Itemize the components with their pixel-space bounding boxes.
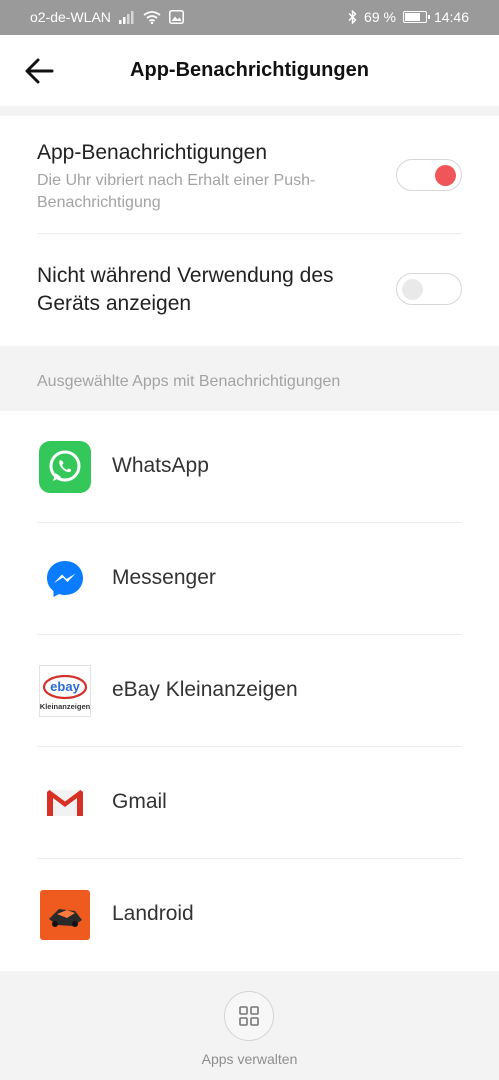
footer: Apps verwalten [0,971,499,1080]
app-name: Gmail [112,790,167,813]
setting-title: App-Benachrichtigungen [37,141,267,164]
app-name: Landroid [112,902,194,925]
gallery-icon [168,10,184,24]
manage-apps-label[interactable]: Apps verwalten [0,1051,499,1067]
app-row-whatsapp[interactable]: WhatsApp [0,411,499,523]
settings-card: App-Benachrichtigungen Die Uhr vibriert … [0,116,499,346]
app-header: App-Benachrichtigungen [0,35,499,106]
messenger-icon [47,561,83,597]
section-header-selected-apps: Ausgewählte Apps mit Benachrichtigungen [37,373,341,390]
wifi-icon [143,10,161,24]
battery-icon [402,11,430,23]
hide-while-using-toggle[interactable] [396,273,462,305]
app-row-landroid[interactable]: Landroid [0,859,499,971]
bluetooth-icon [348,10,357,24]
ebay-kleinanzeigen-icon: ebay Kleinanzeigen [39,665,91,717]
page-title: App-Benachrichtigungen [130,59,369,81]
svg-text:Kleinanzeigen: Kleinanzeigen [40,702,91,711]
gmail-icon [47,790,83,816]
whatsapp-icon [39,441,91,493]
signal-icon [118,10,134,24]
setting-app-notifications: App-Benachrichtigungen Die Uhr vibriert … [37,116,462,234]
carrier-label: o2-de-WLAN [30,9,111,25]
setting-hide-while-using: Nicht während Verwendung des Geräts anze… [37,234,462,346]
grid-icon [239,1006,259,1026]
landroid-icon [40,890,90,940]
app-list: WhatsApp Messenger ebay Kleinanzeigen eB… [0,411,499,971]
toggle-knob [402,279,423,300]
app-row-ebay-kleinanzeigen[interactable]: ebay Kleinanzeigen eBay Kleinanzeigen [0,635,499,747]
manage-apps-button[interactable] [224,991,274,1041]
setting-title: Nicht während Verwendung des Geräts anze… [37,264,334,315]
battery-percent: 69 % [364,9,396,25]
app-name: WhatsApp [112,454,209,477]
clock: 14:46 [433,9,469,25]
app-row-gmail[interactable]: Gmail [0,747,499,859]
toggle-knob [435,165,456,186]
app-row-messenger[interactable]: Messenger [0,523,499,635]
setting-description: Die Uhr vibriert nach Erhalt einer Push-… [37,172,316,211]
app-name: Messenger [112,566,216,589]
app-notifications-toggle[interactable] [396,159,462,191]
svg-text:ebay: ebay [50,679,80,694]
status-bar: o2-de-WLAN 69 % 14:46 [0,0,499,35]
app-name: eBay Kleinanzeigen [112,678,298,701]
